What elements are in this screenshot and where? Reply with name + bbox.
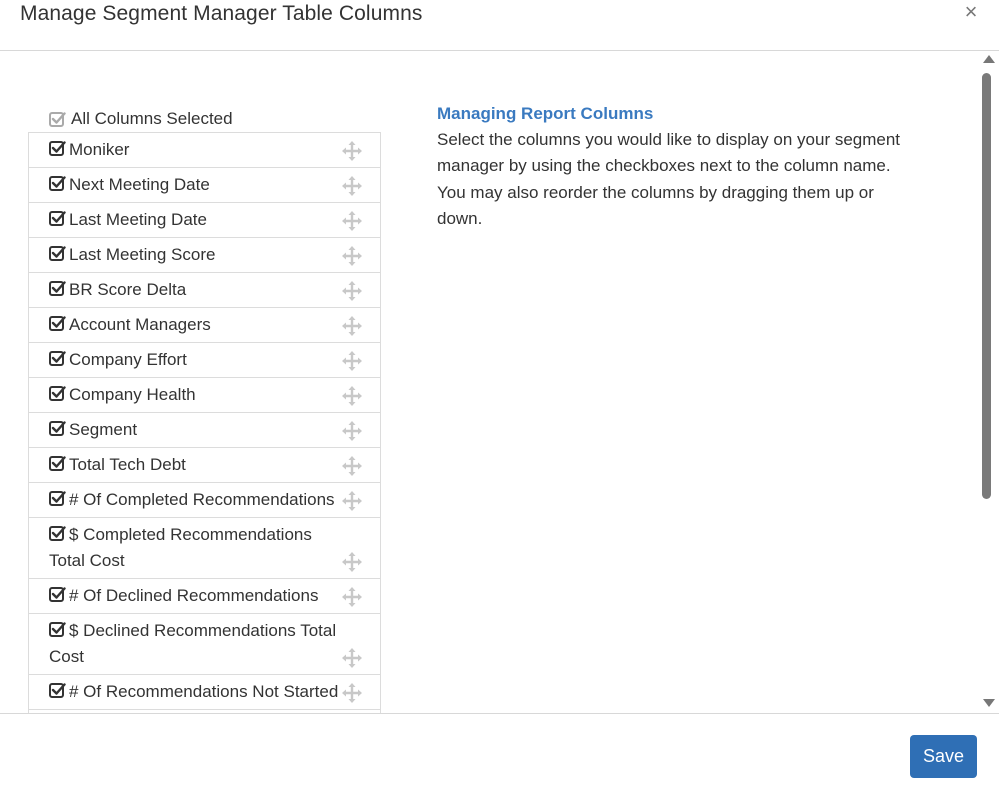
checkbox-checked-icon[interactable]: [49, 621, 66, 638]
checkbox-checked-icon[interactable]: [49, 350, 66, 367]
modal-body: All Columns Selected Moniker Next Meeting…: [0, 51, 999, 713]
column-item[interactable]: Last Meeting Date: [29, 202, 380, 237]
checkbox-checked-icon[interactable]: [49, 586, 66, 603]
column-item-label: $ Declined Recommendations Total Cost: [49, 621, 337, 666]
column-item-label: Last Meeting Score: [69, 245, 216, 264]
column-item[interactable]: Moniker: [29, 132, 380, 167]
checkbox-checked-icon[interactable]: [49, 490, 66, 507]
checkbox-checked-icon[interactable]: [49, 385, 66, 402]
checkbox-checked-icon[interactable]: [49, 280, 66, 297]
checkbox-checked-icon[interactable]: [49, 455, 66, 472]
column-list: Moniker Next Meeting Date Last Meeting Dat…: [28, 132, 381, 713]
drag-handle-icon[interactable]: [342, 491, 362, 511]
column-item[interactable]: # Of Completed Recommendations: [29, 482, 380, 517]
column-item[interactable]: Account Managers: [29, 307, 380, 342]
scroll-up-arrow-icon[interactable]: [983, 55, 995, 63]
column-item-label: Company Health: [69, 385, 196, 404]
column-item[interactable]: Company Health: [29, 377, 380, 412]
drag-handle-icon[interactable]: [342, 421, 362, 441]
drag-handle-icon[interactable]: [342, 386, 362, 406]
save-button[interactable]: Save: [910, 735, 977, 778]
column-item[interactable]: Last Meeting Score: [29, 237, 380, 272]
scroll-down-arrow-icon[interactable]: [983, 699, 995, 707]
drag-handle-icon[interactable]: [342, 211, 362, 231]
column-item-label: Total Tech Debt: [69, 455, 186, 474]
column-item-label: $ Completed Recommendations Total Cost: [49, 525, 312, 570]
drag-handle-icon[interactable]: [342, 552, 362, 572]
column-item-label: Segment: [69, 420, 138, 439]
checkbox-checked-icon[interactable]: [49, 420, 66, 437]
column-item-label: Company Effort: [69, 350, 187, 369]
drag-handle-icon[interactable]: [342, 456, 362, 476]
checkbox-checked-icon[interactable]: [49, 315, 66, 332]
info-title: Managing Report Columns: [437, 104, 654, 123]
info-panel: Managing Report Columns Select the colum…: [437, 103, 917, 232]
column-item[interactable]: BR Score Delta: [29, 272, 380, 307]
column-item-label: # Of Recommendations Not Started: [69, 682, 339, 701]
scrollbar-thumb[interactable]: [982, 73, 991, 499]
close-icon[interactable]: ×: [960, 0, 982, 26]
drag-handle-icon[interactable]: [342, 141, 362, 161]
checkbox-checked-icon[interactable]: [49, 682, 66, 699]
column-item-label: BR Score Delta: [69, 280, 187, 299]
checkbox-checked-icon[interactable]: [49, 175, 66, 192]
column-item-label: # Of Declined Recommendations: [69, 586, 319, 605]
modal-title: Manage Segment Manager Table Columns: [20, 2, 423, 25]
all-columns-label: All Columns Selected: [71, 109, 233, 128]
column-item[interactable]: # Of Declined Recommendations: [29, 578, 380, 613]
drag-handle-icon[interactable]: [342, 316, 362, 336]
column-item-label: Account Managers: [69, 315, 211, 334]
column-item[interactable]: Next Meeting Date: [29, 167, 380, 202]
column-item[interactable]: Segment: [29, 412, 380, 447]
column-item-label: Moniker: [69, 140, 130, 159]
modal-footer: Save: [0, 713, 999, 797]
column-item[interactable]: $ Completed Recommendations Total Cost: [29, 517, 380, 578]
column-item-label: Last Meeting Date: [69, 210, 207, 229]
column-item-label: Next Meeting Date: [69, 175, 210, 194]
checkbox-checked-icon[interactable]: [49, 525, 66, 542]
vertical-scrollbar[interactable]: [979, 51, 999, 713]
column-item[interactable]: # Of Recommendations Not Started: [29, 674, 380, 709]
drag-handle-icon[interactable]: [342, 587, 362, 607]
drag-handle-icon[interactable]: [342, 246, 362, 266]
modal-header: Manage Segment Manager Table Columns ×: [0, 0, 999, 51]
info-text: Select the columns you would like to dis…: [437, 130, 901, 228]
column-item[interactable]: Total Tech Debt: [29, 447, 380, 482]
column-item[interactable]: Company Effort: [29, 342, 380, 377]
column-item[interactable]: $ Declined Recommendations Total Cost: [29, 613, 380, 674]
drag-handle-icon[interactable]: [342, 648, 362, 668]
all-columns-toggle[interactable]: All Columns Selected: [49, 108, 233, 130]
drag-handle-icon[interactable]: [342, 351, 362, 371]
column-item-label: # Of Completed Recommendations: [69, 490, 335, 509]
checkbox-checked-icon[interactable]: [49, 140, 66, 157]
drag-handle-icon[interactable]: [342, 281, 362, 301]
checkbox-checked-icon[interactable]: [49, 245, 66, 262]
drag-handle-icon[interactable]: [342, 683, 362, 703]
checkbox-checked-icon[interactable]: [49, 210, 66, 227]
drag-handle-icon[interactable]: [342, 176, 362, 196]
checkbox-checked-icon[interactable]: [49, 111, 66, 128]
